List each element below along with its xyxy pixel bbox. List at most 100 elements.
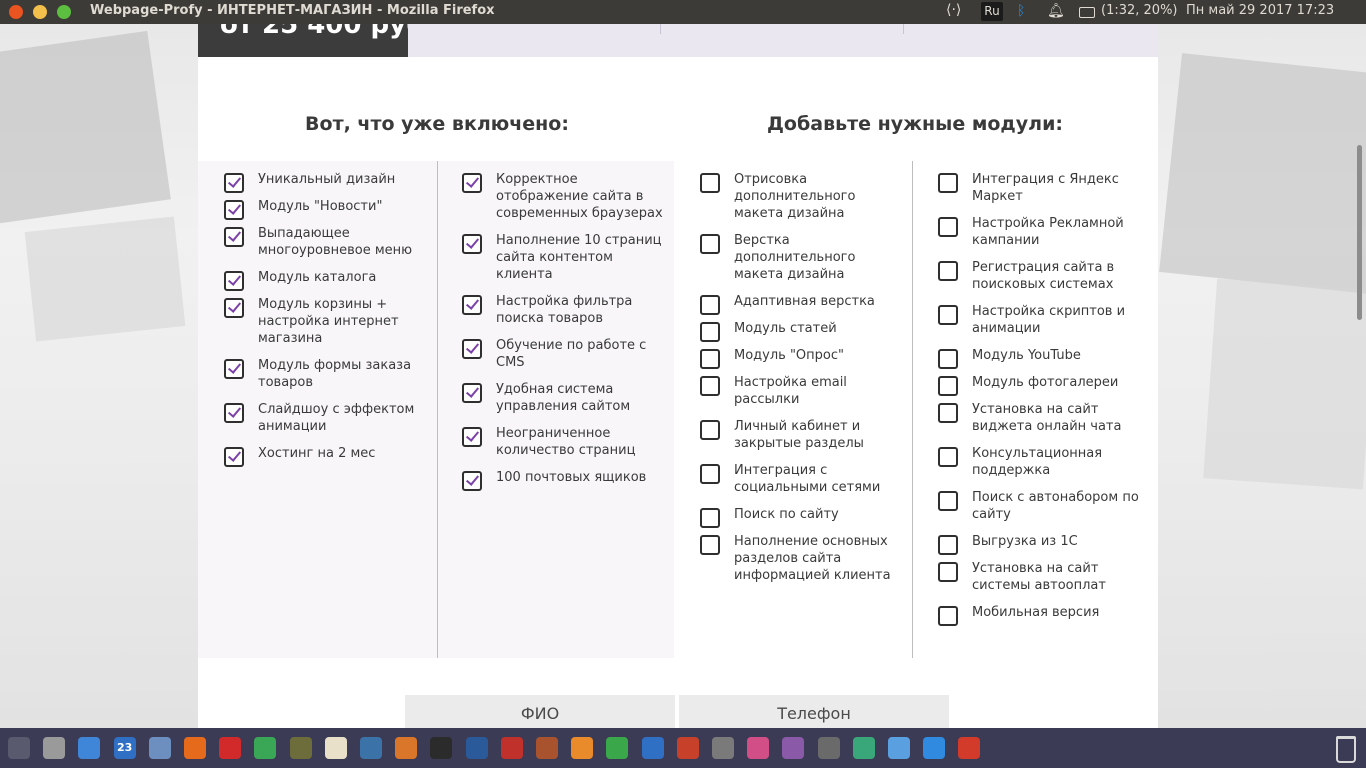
system-settings-icon[interactable] [712, 737, 734, 759]
checked-checkbox[interactable] [462, 339, 482, 359]
bluetooth-icon[interactable]: ᛒ [1017, 3, 1025, 19]
checked-checkbox[interactable] [224, 200, 244, 220]
included-item[interactable]: Слайдшоу с эффектом анимации [224, 401, 427, 435]
fox-app-icon[interactable] [395, 737, 418, 759]
module-option[interactable]: Консультационная поддержка [938, 445, 1141, 479]
module-option[interactable]: Поиск по сайту [700, 506, 903, 528]
document-icon[interactable] [641, 737, 664, 759]
checkbox[interactable] [700, 322, 720, 342]
checkbox[interactable] [938, 447, 958, 467]
checked-checkbox[interactable] [224, 173, 244, 193]
module-option[interactable]: Личный кабинет и закрытые разделы [700, 418, 903, 452]
fio-field[interactable]: ФИО [405, 695, 675, 728]
included-item[interactable]: Обучение по работе с CMS [462, 337, 665, 371]
calendar-icon[interactable]: 23 [113, 737, 136, 759]
checked-checkbox[interactable] [462, 173, 482, 193]
checkbox[interactable] [938, 173, 958, 193]
checked-checkbox[interactable] [462, 471, 482, 491]
checked-checkbox[interactable] [224, 447, 244, 467]
module-option[interactable]: Адаптивная верстка [700, 293, 903, 315]
included-item[interactable]: Наполнение 10 страниц сайта контентом кл… [462, 232, 665, 283]
module-option[interactable]: Поиск с автонабором по сайту [938, 489, 1141, 523]
module-option[interactable]: Модуль статей [700, 320, 903, 342]
bell-icon[interactable]: 🔔︎ [1047, 3, 1065, 19]
included-item[interactable]: Уникальный дизайн [224, 171, 427, 193]
included-item[interactable]: Выпадающее многоуровневое меню [224, 225, 427, 259]
module-option[interactable]: Регистрация сайта в поисковых системах [938, 259, 1141, 293]
module-option[interactable]: Интеграция с социальными сетями [700, 462, 903, 496]
download-icon[interactable] [923, 737, 946, 759]
maximize-window-button[interactable] [57, 5, 71, 19]
module-option[interactable]: Установка на сайт системы автооплат [938, 560, 1141, 594]
included-item[interactable]: Удобная система управления сайтом [462, 381, 665, 415]
module-option[interactable]: Настройка скриптов и анимации [938, 303, 1141, 337]
checkbox[interactable] [700, 420, 720, 440]
checked-checkbox[interactable] [462, 383, 482, 403]
checked-checkbox[interactable] [462, 427, 482, 447]
spreadsheet-icon[interactable] [606, 737, 629, 759]
checkbox[interactable] [938, 491, 958, 511]
trash-icon[interactable] [1336, 736, 1356, 763]
module-option[interactable]: Модуль YouTube [938, 347, 1141, 369]
checkbox[interactable] [938, 606, 958, 626]
module-option[interactable]: Установка на сайт виджета онлайн чата [938, 401, 1141, 435]
checkbox[interactable] [938, 376, 958, 396]
module-option[interactable]: Отрисовка дополнительного макета дизайна [700, 171, 903, 222]
folder-icon[interactable] [888, 737, 910, 759]
media-icon[interactable] [782, 737, 805, 759]
clock[interactable]: Пн май 29 2017 17:23 [1186, 3, 1334, 18]
checkbox[interactable] [938, 349, 958, 369]
checkbox[interactable] [700, 508, 720, 528]
checkbox[interactable] [700, 464, 720, 484]
included-item[interactable]: 100 почтовых ящиков [462, 469, 665, 491]
gear-pink-icon[interactable] [747, 737, 770, 759]
checked-checkbox[interactable] [462, 295, 482, 315]
module-option[interactable]: Интеграция с Яндекс Маркет [938, 171, 1141, 205]
battery-status[interactable]: (1:32, 20%) [1101, 3, 1178, 18]
checkbox[interactable] [700, 295, 720, 315]
notes-icon[interactable] [324, 737, 347, 759]
checkbox[interactable] [700, 349, 720, 369]
module-option[interactable]: Модуль фотогалереи [938, 374, 1141, 396]
checkbox[interactable] [938, 562, 958, 582]
checkbox[interactable] [700, 376, 720, 396]
checked-checkbox[interactable] [224, 359, 244, 379]
mail-icon[interactable] [148, 737, 171, 759]
page-scrollbar[interactable] [1357, 145, 1362, 320]
battery-icon[interactable] [1079, 7, 1095, 18]
checkbox[interactable] [938, 217, 958, 237]
checked-checkbox[interactable] [462, 234, 482, 254]
monitor-icon[interactable] [852, 737, 875, 759]
python-icon[interactable] [360, 737, 382, 759]
launcher-icon[interactable] [8, 737, 30, 759]
included-item[interactable]: Модуль корзины + настройка интернет мага… [224, 296, 427, 347]
checkbox[interactable] [938, 535, 958, 555]
checked-checkbox[interactable] [224, 403, 244, 423]
blender-icon[interactable] [571, 737, 594, 759]
network-arrows-icon[interactable]: ⟨·⟩ [946, 2, 961, 18]
finder-icon[interactable] [78, 737, 101, 759]
module-option[interactable]: Выгрузка из 1С [938, 533, 1141, 555]
chrome-icon[interactable] [254, 737, 277, 759]
module-option[interactable]: Верстка дополнительного макета дизайна [700, 232, 903, 283]
included-item[interactable]: Модуль "Новости" [224, 198, 427, 220]
update-icon[interactable] [958, 737, 981, 759]
checked-checkbox[interactable] [224, 271, 244, 291]
terminal-icon[interactable] [430, 737, 453, 759]
module-option[interactable]: Модуль "Опрос" [700, 347, 903, 369]
minimize-window-button[interactable] [33, 5, 47, 19]
included-item[interactable]: Настройка фильтра поиска товаров [462, 293, 665, 327]
module-option[interactable]: Наполнение основных разделов сайта инфор… [700, 533, 903, 584]
settings-icon[interactable] [43, 737, 66, 759]
checked-checkbox[interactable] [224, 227, 244, 247]
keyboard-language-indicator[interactable]: Ru [981, 2, 1003, 21]
close-window-button[interactable] [9, 5, 23, 19]
calculator-icon[interactable] [817, 737, 840, 759]
included-item[interactable]: Неограниченное количество страниц [462, 425, 665, 459]
checkbox[interactable] [700, 173, 720, 193]
gimp-icon[interactable] [536, 737, 558, 759]
included-item[interactable]: Корректное отображение сайта в современн… [462, 171, 665, 222]
checkbox[interactable] [938, 403, 958, 423]
opera-icon[interactable] [219, 737, 242, 759]
included-item[interactable]: Модуль формы заказа товаров [224, 357, 427, 391]
